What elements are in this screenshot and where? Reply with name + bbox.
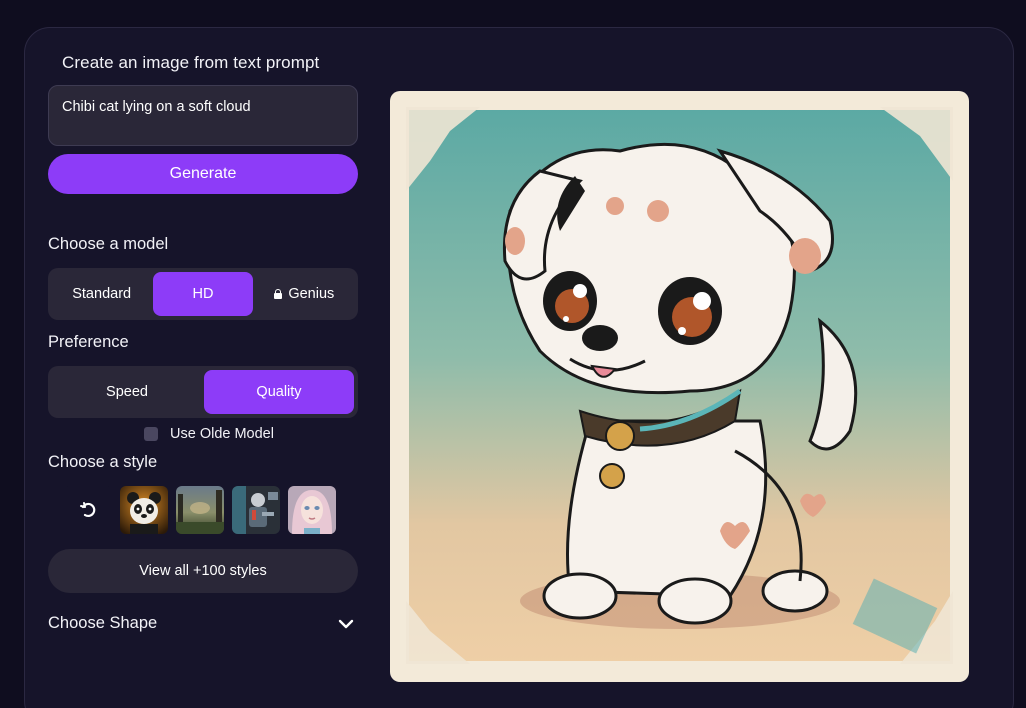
style-thumb-cyberpunk[interactable]	[232, 486, 280, 534]
view-all-styles-button[interactable]: View all +100 styles	[48, 549, 358, 593]
panda-thumbnail	[120, 486, 168, 534]
chevron-down-icon	[338, 619, 354, 628]
style-thumb-portrait[interactable]	[288, 486, 336, 534]
old-model-checkbox[interactable]	[144, 427, 158, 441]
style-thumbnails	[64, 486, 336, 534]
model-selector: Standard HD Genius	[48, 268, 358, 320]
puppy-illustration	[390, 91, 969, 682]
model-option-hd[interactable]: HD	[153, 272, 253, 316]
shape-section-label: Choose Shape	[48, 614, 158, 632]
generated-image-preview	[390, 91, 969, 682]
style-thumb-none[interactable]	[64, 486, 112, 534]
preference-option-speed[interactable]: Speed	[52, 370, 202, 414]
no-style-icon	[80, 502, 96, 518]
preference-selector: Speed Quality	[48, 366, 358, 418]
preference-section-label: Preference	[48, 333, 129, 351]
model-section-label: Choose a model	[48, 235, 169, 253]
cyberpunk-thumbnail	[232, 486, 280, 534]
generate-button[interactable]: Generate	[48, 154, 358, 194]
style-thumb-panda[interactable]	[120, 486, 168, 534]
choose-shape-toggle[interactable]: Choose Shape	[48, 614, 354, 633]
preference-option-quality[interactable]: Quality	[204, 370, 354, 414]
model-option-genius-label: Genius	[288, 286, 335, 302]
model-option-genius[interactable]: Genius	[255, 272, 354, 316]
old-model-row: Use Olde Model	[144, 426, 274, 442]
style-thumb-landscape[interactable]	[176, 486, 224, 534]
style-section-label: Choose a style	[48, 453, 158, 471]
model-option-standard[interactable]: Standard	[52, 272, 151, 316]
lock-icon	[274, 289, 283, 299]
old-model-label: Use Olde Model	[170, 426, 274, 442]
landscape-thumbnail	[176, 486, 224, 534]
panel-title: Create an image from text prompt	[62, 53, 320, 72]
portrait-thumbnail	[288, 486, 336, 534]
prompt-input[interactable]: Chibi cat lying on a soft cloud	[48, 85, 358, 146]
